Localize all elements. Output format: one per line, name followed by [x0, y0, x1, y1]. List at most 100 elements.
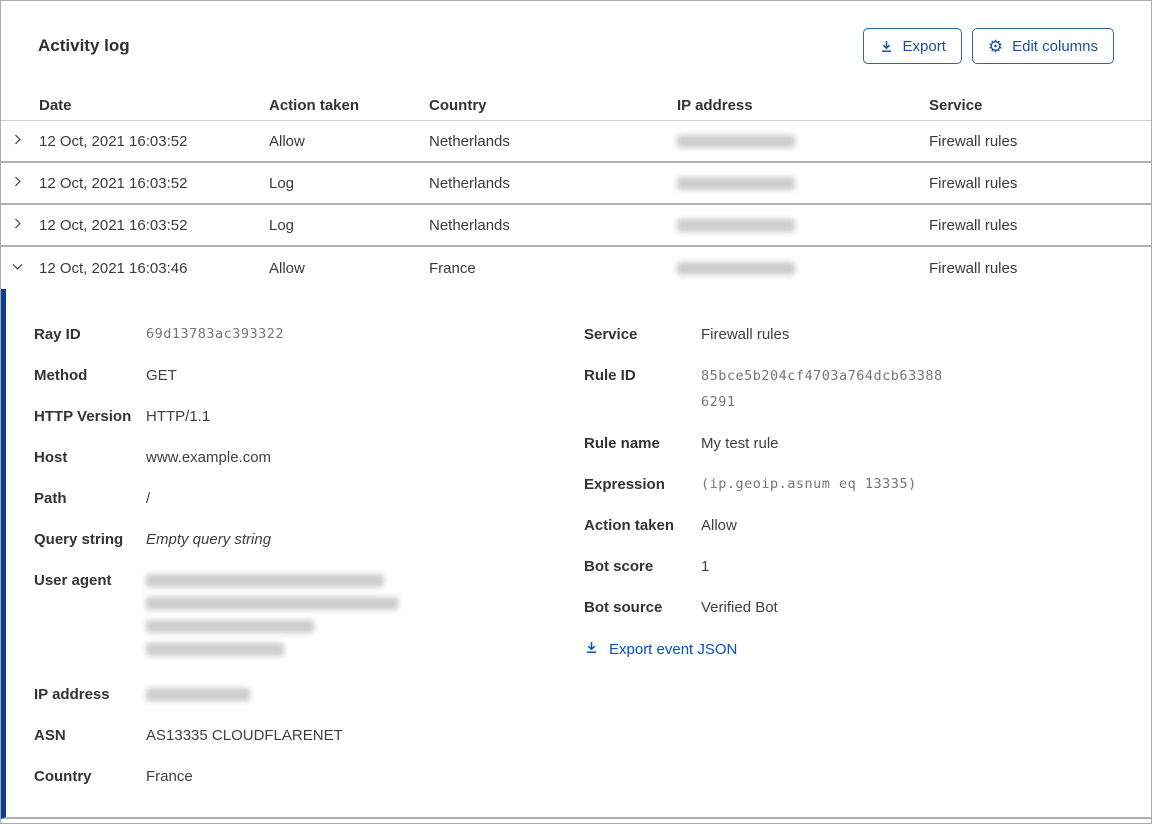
detail-label: Query string: [34, 531, 124, 548]
cell-date: 12 Oct, 2021 16:03:52: [39, 132, 188, 150]
detail-path: Path /: [34, 486, 584, 511]
detail-value: 85bce5b204cf4703a764dcb633886291: [701, 368, 943, 410]
cell-country: Netherlands: [429, 216, 510, 234]
detail-value: /: [146, 490, 151, 507]
cell-country: France: [429, 259, 476, 277]
detail-label: Expression: [584, 476, 665, 493]
column-header-country: Country: [429, 96, 487, 114]
export-event-json-link[interactable]: Export event JSON: [584, 640, 737, 659]
detail-value: Verified Bot: [701, 599, 778, 616]
detail-label: Method: [34, 367, 88, 384]
detail-label: HTTP Version: [34, 408, 132, 425]
expand-row-button[interactable]: [1, 217, 39, 233]
download-icon: [584, 640, 599, 659]
cell-ip: [677, 134, 929, 148]
detail-user-agent: User agent: [34, 568, 584, 666]
detail-value: Firewall rules: [701, 326, 790, 343]
chevron-right-icon: [11, 133, 24, 149]
page-title: Activity log: [38, 36, 130, 55]
detail-value: www.example.com: [146, 449, 272, 466]
detail-rule-id: Rule ID 85bce5b204cf4703a764dcb633886291: [584, 363, 1115, 415]
detail-ray-id: Ray ID 69d13783ac393322: [34, 322, 584, 347]
detail-value: Allow: [701, 517, 737, 534]
export-event-json-label: Export event JSON: [609, 641, 738, 658]
detail-label: IP address: [34, 686, 110, 703]
table-row[interactable]: 12 Oct, 2021 16:03:52 Log Netherlands Fi…: [1, 205, 1151, 247]
expand-row-button[interactable]: [1, 133, 39, 149]
detail-http-version: HTTP Version HTTP/1.1: [34, 404, 584, 429]
cell-action: Log: [269, 216, 295, 234]
redacted-ip-value: [677, 261, 795, 275]
cell-action: Allow: [269, 259, 305, 277]
collapse-row-button[interactable]: [1, 260, 39, 276]
detail-value: 1: [701, 558, 710, 575]
activity-log-widget: Activity log Export ⚙ Edit columns Date …: [0, 0, 1152, 824]
chevron-down-icon: [11, 260, 24, 276]
detail-bot-score: Bot score 1: [584, 554, 1115, 579]
detail-country: Country France: [34, 764, 584, 789]
cell-country: Netherlands: [429, 132, 510, 150]
details-right-column: Service Firewall rules Rule ID 85bce5b20…: [584, 322, 1115, 817]
gear-icon: ⚙: [987, 36, 1004, 56]
detail-asn: ASN AS13335 CLOUDFLARENET: [34, 723, 584, 748]
cell-service: Firewall rules: [929, 259, 1018, 277]
detail-action-taken: Action taken Allow: [584, 513, 1115, 538]
detail-value: GET: [146, 367, 177, 384]
detail-value: Empty query string: [146, 531, 272, 548]
detail-label: Bot source: [584, 599, 663, 616]
download-icon: [879, 39, 894, 54]
column-header-service: Service: [929, 96, 983, 114]
detail-label: ASN: [34, 727, 66, 744]
cell-service: Firewall rules: [929, 132, 1018, 150]
detail-label: User agent: [34, 572, 112, 589]
detail-label: Action taken: [584, 517, 675, 534]
detail-value: 69d13783ac393322: [146, 326, 285, 342]
expand-row-button[interactable]: [1, 175, 39, 191]
cell-action: Allow: [269, 132, 305, 150]
detail-label: Rule ID: [584, 367, 636, 384]
header: Activity log Export ⚙ Edit columns: [1, 1, 1151, 64]
table-header: Date Action taken Country IP address Ser…: [1, 90, 1151, 121]
redacted-line: [146, 574, 384, 587]
detail-rule-name: Rule name My test rule: [584, 431, 1115, 456]
detail-value: My test rule: [701, 435, 779, 452]
detail-query-string: Query string Empty query string: [34, 527, 584, 552]
redacted-ip-value: [677, 176, 795, 190]
cell-date: 12 Oct, 2021 16:03:52: [39, 216, 188, 234]
redacted-user-agent-value: [146, 568, 398, 666]
detail-service: Service Firewall rules: [584, 322, 1115, 347]
table-row[interactable]: 12 Oct, 2021 16:03:52 Log Netherlands Fi…: [1, 163, 1151, 205]
table-row[interactable]: 12 Oct, 2021 16:03:52 Allow Netherlands …: [1, 121, 1151, 163]
edit-columns-button-label: Edit columns: [1012, 37, 1098, 55]
redacted-line: [146, 643, 284, 656]
detail-value: France: [146, 768, 193, 785]
redacted-ip-value: [677, 134, 795, 148]
detail-host: Host www.example.com: [34, 445, 584, 470]
event-details-panel: Ray ID 69d13783ac393322 Method GET HTTP …: [1, 289, 1151, 819]
detail-label: Host: [34, 449, 68, 466]
detail-expression: Expression (ip.geoip.asnum eq 13335): [584, 472, 1115, 497]
cell-date: 12 Oct, 2021 16:03:46: [39, 259, 188, 277]
cell-date: 12 Oct, 2021 16:03:52: [39, 174, 188, 192]
detail-label: Country: [34, 768, 92, 785]
table-row-expanded[interactable]: 12 Oct, 2021 16:03:46 Allow France Firew…: [1, 247, 1151, 289]
detail-label: Rule name: [584, 435, 660, 452]
detail-value: (ip.geoip.asnum eq 13335): [701, 476, 917, 492]
detail-method: Method GET: [34, 363, 584, 388]
detail-label: Bot score: [584, 558, 654, 575]
chevron-right-icon: [11, 217, 24, 233]
cell-service: Firewall rules: [929, 174, 1018, 192]
cell-country: Netherlands: [429, 174, 510, 192]
column-header-date: Date: [39, 96, 72, 114]
cell-action: Log: [269, 174, 295, 192]
details-left-column: Ray ID 69d13783ac393322 Method GET HTTP …: [34, 322, 584, 817]
cell-ip: [677, 218, 929, 232]
redacted-ip-value: [146, 688, 250, 701]
column-header-action: Action taken: [269, 96, 360, 114]
export-button-label: Export: [902, 37, 946, 55]
redacted-line: [146, 597, 398, 610]
export-button[interactable]: Export: [862, 28, 962, 64]
detail-ip-address: IP address: [34, 682, 584, 707]
redacted-ip-value: [677, 218, 795, 232]
edit-columns-button[interactable]: ⚙ Edit columns: [971, 28, 1114, 64]
